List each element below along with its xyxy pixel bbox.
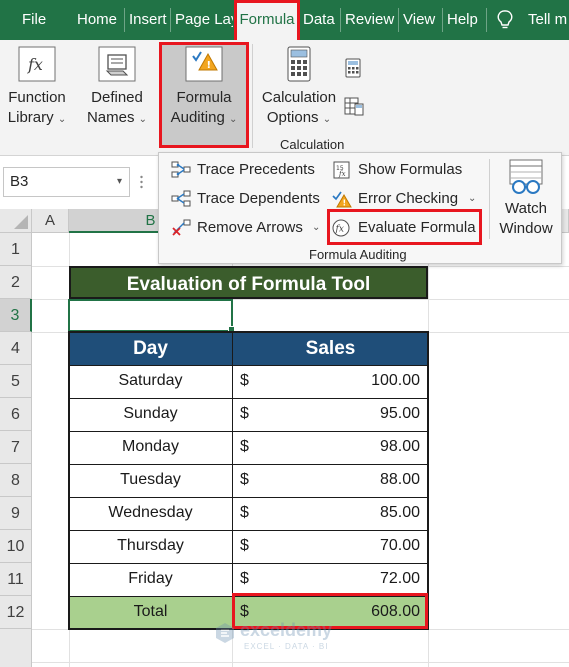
table-row-day[interactable]: Thursday bbox=[69, 530, 232, 562]
show-formulas-icon: 15fx bbox=[333, 161, 350, 179]
tab-page-layout[interactable]: Page Lay bbox=[175, 0, 233, 40]
currency-symbol: $ bbox=[240, 471, 249, 488]
svg-text:fx: fx bbox=[338, 170, 346, 178]
select-all-corner[interactable] bbox=[0, 209, 32, 233]
table-row-sales[interactable]: 72.00 bbox=[300, 563, 420, 595]
exceldemy-watermark: exceldemy EXCEL · DATA · BI bbox=[214, 620, 374, 656]
name-box[interactable]: B3 ▾ bbox=[3, 167, 130, 197]
column-header-a[interactable]: A bbox=[32, 209, 69, 233]
table-row-sales[interactable]: 95.00 bbox=[300, 398, 420, 430]
trace-dependents-icon bbox=[171, 190, 191, 207]
currency-symbol: $ bbox=[240, 537, 249, 554]
chevron-down-icon[interactable]: ⌄ bbox=[312, 215, 320, 241]
formula-auditing-panel: Trace Precedents Trace Dependents Remove… bbox=[158, 152, 562, 264]
ribbon: fx Function Library ⌄ Defined Names ⌄ ! … bbox=[0, 40, 569, 156]
row-header-8[interactable]: 8 bbox=[0, 464, 32, 497]
svg-text:fx: fx bbox=[27, 55, 43, 74]
highlight-formula-tab bbox=[234, 0, 300, 44]
svg-text:!: ! bbox=[343, 199, 347, 208]
row-header-9[interactable]: 9 bbox=[0, 497, 32, 530]
table-row-sales[interactable]: 98.00 bbox=[300, 431, 420, 463]
table-row-day[interactable]: Monday bbox=[69, 431, 232, 463]
calculator-icon bbox=[279, 46, 319, 82]
chevron-down-icon: ⌄ bbox=[138, 114, 148, 125]
calculation-options-button[interactable]: Calculation Options ⌄ bbox=[258, 46, 340, 130]
selected-cell-b3[interactable] bbox=[68, 299, 233, 332]
lightbulb-icon bbox=[497, 10, 513, 35]
table-row-day[interactable]: Wednesday bbox=[69, 497, 232, 529]
function-library-button[interactable]: fx Function Library ⌄ bbox=[4, 46, 70, 130]
table-row-day[interactable]: Saturday bbox=[69, 365, 232, 397]
error-checking-icon: ! bbox=[332, 191, 352, 208]
function-icon: fx bbox=[17, 46, 57, 82]
tell-me-search[interactable]: Tell m bbox=[528, 0, 569, 40]
row-header-4[interactable]: 4 bbox=[0, 332, 32, 365]
chevron-down-icon: ⌄ bbox=[57, 114, 67, 125]
chevron-down-icon[interactable]: ▾ bbox=[117, 168, 122, 196]
currency-symbol: $ bbox=[240, 405, 249, 422]
table-row-day[interactable]: Friday bbox=[69, 563, 232, 595]
table-row-sales[interactable]: 88.00 bbox=[300, 464, 420, 496]
row-header-10[interactable]: 10 bbox=[0, 530, 32, 563]
formula-auditing-group-label: Formula Auditing bbox=[309, 247, 407, 262]
calculation-group-label: Calculation bbox=[280, 137, 345, 152]
tab-view[interactable]: View bbox=[403, 0, 439, 40]
currency-symbol: $ bbox=[240, 504, 249, 521]
watch-window-icon bbox=[506, 159, 546, 195]
row-header-7[interactable]: 7 bbox=[0, 431, 32, 464]
row-header-1[interactable]: 1 bbox=[0, 233, 32, 266]
row-header-13[interactable] bbox=[0, 629, 32, 667]
tab-review[interactable]: Review bbox=[345, 0, 395, 40]
row-header-2[interactable]: 2 bbox=[0, 266, 32, 299]
tab-file[interactable]: File bbox=[22, 0, 56, 40]
table-row-day[interactable]: Tuesday bbox=[69, 464, 232, 496]
table-row-sales[interactable]: 100.00 bbox=[300, 365, 420, 397]
row-header-12[interactable]: 12 bbox=[0, 596, 32, 629]
table-row-sales[interactable]: 70.00 bbox=[300, 530, 420, 562]
calculate-now-icon[interactable] bbox=[344, 58, 362, 83]
remove-arrows-icon bbox=[172, 219, 191, 236]
currency-symbol: $ bbox=[240, 372, 249, 389]
watch-window-button[interactable]: Watch Window bbox=[491, 159, 561, 239]
tab-help[interactable]: Help bbox=[447, 0, 483, 40]
table-row-day[interactable]: Sunday bbox=[69, 398, 232, 430]
row-header-3[interactable]: 3 bbox=[0, 299, 32, 332]
defined-names-button[interactable]: Defined Names ⌄ bbox=[84, 46, 150, 130]
excel-window: File Home Insert Page Lay Formula Data R… bbox=[0, 0, 569, 667]
total-label[interactable]: Total bbox=[69, 596, 232, 628]
row-header-5[interactable]: 5 bbox=[0, 365, 32, 398]
remove-arrows-button[interactable]: Remove Arrows ⌄ bbox=[171, 215, 321, 241]
formula-bar-grip bbox=[140, 174, 143, 190]
tag-names-icon bbox=[97, 46, 137, 82]
row-header-6[interactable]: 6 bbox=[0, 398, 32, 431]
currency-symbol: $ bbox=[240, 438, 249, 455]
currency-symbol: $ bbox=[240, 570, 249, 587]
exceldemy-logo-icon bbox=[216, 623, 234, 643]
table-title[interactable]: Evaluation of Formula Tool bbox=[69, 266, 428, 299]
trace-precedents-icon bbox=[171, 161, 191, 178]
tab-insert[interactable]: Insert bbox=[129, 0, 169, 40]
tab-home[interactable]: Home bbox=[77, 0, 121, 40]
table-row-sales[interactable]: 85.00 bbox=[300, 497, 420, 529]
tab-data[interactable]: Data bbox=[303, 0, 337, 40]
row-header-11[interactable]: 11 bbox=[0, 563, 32, 596]
highlight-evaluate-formula bbox=[327, 209, 482, 245]
chevron-down-icon: ⌄ bbox=[322, 114, 332, 125]
calculate-sheet-icon[interactable] bbox=[344, 96, 364, 121]
highlight-formula-auditing bbox=[159, 42, 249, 148]
